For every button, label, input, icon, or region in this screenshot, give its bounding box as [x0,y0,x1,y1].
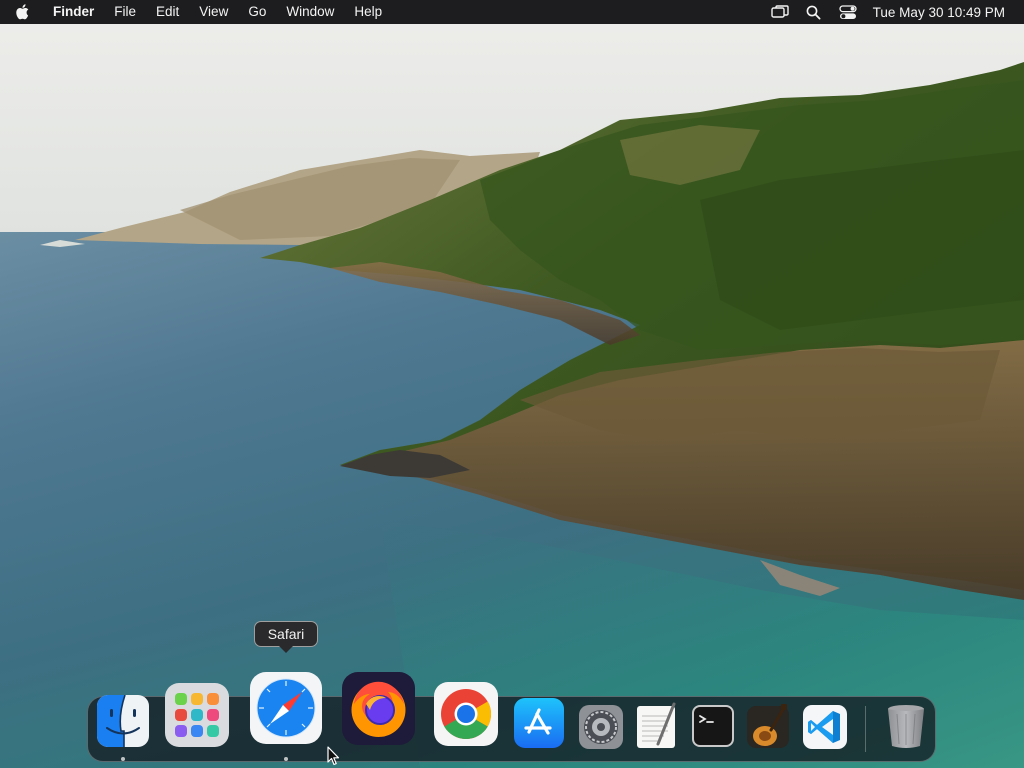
control-center-icon [839,4,857,19]
screen-mirroring-icon [770,5,789,18]
menu-app-finder[interactable]: Finder [44,0,104,24]
launchpad-icon[interactable] [165,683,229,747]
menu-bar-right: Tue May 30 10:49 PM [763,0,1024,24]
safari-icon[interactable] [250,672,322,744]
spotlight-search-icon [806,5,821,20]
desktop[interactable]: Finder File Edit View Go Window Help Tue… [0,0,1024,768]
screen-mirroring-button[interactable] [763,0,797,24]
desktop-wallpaper [0,0,1024,768]
menu-edit[interactable]: Edit [146,0,189,24]
menu-bar: Finder File Edit View Go Window Help Tue… [0,0,1024,24]
firefox-icon[interactable] [342,672,415,745]
finder-icon[interactable] [97,695,149,747]
mouse-cursor-icon [327,746,340,766]
menu-bar-left: Finder File Edit View Go Window Help [0,0,392,24]
menu-go[interactable]: Go [238,0,276,24]
menu-view[interactable]: View [189,0,238,24]
app-store-icon[interactable] [514,698,564,748]
menu-window[interactable]: Window [276,0,344,24]
spotlight-search-button[interactable] [797,0,831,24]
system-settings-icon[interactable] [579,705,623,749]
garageband-icon[interactable] [745,702,791,750]
dock-tooltip-arrow [279,646,293,653]
dock-tooltip: Safari [254,621,318,647]
dock-divider [865,706,866,752]
vscode-icon[interactable] [803,705,847,749]
textedit-icon[interactable] [634,702,680,750]
trash-icon[interactable] [884,702,928,750]
menu-bar-clock[interactable]: Tue May 30 10:49 PM [865,5,1024,20]
safari-running-indicator [284,757,288,761]
apple-logo-icon [16,4,29,20]
finder-running-indicator [121,757,125,761]
terminal-icon[interactable] [692,705,734,747]
menu-help[interactable]: Help [344,0,392,24]
apple-menu-button[interactable] [0,0,44,24]
menu-file[interactable]: File [104,0,146,24]
chrome-icon[interactable] [434,682,498,746]
control-center-button[interactable] [831,0,865,24]
